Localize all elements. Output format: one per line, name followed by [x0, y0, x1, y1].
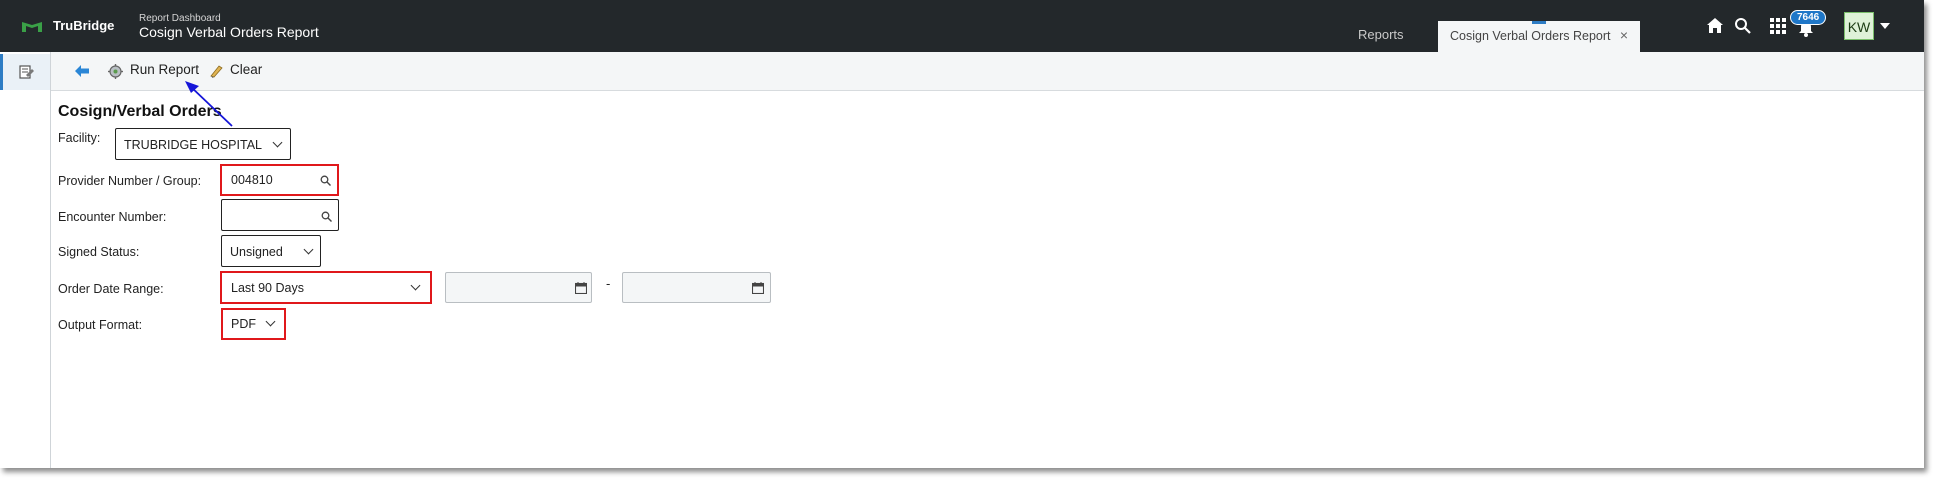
signed-status-value: Unsigned [230, 245, 283, 259]
provider-number-value: 004810 [231, 173, 273, 187]
clear-eraser-icon [210, 65, 223, 78]
start-calendar-icon[interactable] [575, 282, 587, 294]
brand-name: TruBridge [53, 18, 115, 33]
run-report-button[interactable]: Run Report [130, 62, 199, 77]
signed-status-label: Signed Status: [58, 245, 140, 259]
signed-status-select[interactable]: Unsigned [221, 235, 321, 267]
chevron-down-icon [410, 280, 421, 291]
output-format-label: Output Format: [58, 318, 143, 332]
top-bar: TruBridge Report Dashboard Cosign Verbal… [0, 0, 1924, 52]
tab-label: Cosign Verbal Orders Report [1450, 29, 1611, 43]
provider-search-icon[interactable] [320, 175, 331, 186]
order-date-range-label: Order Date Range: [58, 282, 164, 296]
breadcrumb-parent[interactable]: Report Dashboard [139, 13, 221, 24]
chevron-down-icon [303, 244, 314, 255]
report-edit-icon [19, 65, 34, 79]
encounter-number-label: Encounter Number: [58, 210, 167, 224]
annotation-arrow-icon [185, 81, 233, 127]
output-format-select[interactable]: PDF [225, 312, 282, 336]
close-tab-icon[interactable]: × [1620, 27, 1628, 43]
order-date-range-select[interactable]: Last 90 Days [224, 275, 428, 300]
left-sidebar [0, 52, 51, 468]
tab-cosign-verbal-orders-report[interactable]: Cosign Verbal Orders Report × [1438, 21, 1640, 52]
chevron-down-icon [265, 316, 276, 327]
start-date-input[interactable] [445, 272, 592, 303]
output-format-value: PDF [231, 317, 256, 331]
run-report-gear-icon [108, 64, 123, 79]
chevron-down-icon [272, 137, 283, 148]
user-avatar[interactable]: KW [1844, 12, 1874, 40]
provider-number-input[interactable]: 004810 [224, 168, 335, 192]
date-separator: - [606, 276, 611, 291]
facility-select[interactable]: TRUBRIDGE HOSPITAL [115, 128, 291, 160]
facility-value: TRUBRIDGE HOSPITAL [124, 138, 262, 152]
encounter-number-input[interactable] [221, 199, 339, 231]
app-window: TruBridge Report Dashboard Cosign Verbal… [0, 0, 1924, 468]
trubridge-logo-icon [22, 22, 42, 32]
search-icon[interactable] [1734, 17, 1751, 34]
report-toolbar: Run Report Clear [51, 52, 1924, 91]
end-calendar-icon[interactable] [752, 282, 764, 294]
sidebar-item-reports[interactable] [0, 54, 50, 90]
page-heading: Cosign Verbal Orders Report [139, 24, 319, 40]
user-menu-chevron-down-icon[interactable] [1880, 23, 1890, 29]
notification-badge[interactable]: 7646 [1790, 10, 1827, 25]
encounter-search-icon[interactable] [321, 211, 332, 222]
order-date-range-value: Last 90 Days [231, 281, 304, 295]
back-arrow-icon[interactable] [75, 65, 89, 77]
tab-reports[interactable]: Reports [1358, 27, 1404, 42]
end-date-input[interactable] [622, 272, 771, 303]
clear-button[interactable]: Clear [230, 62, 262, 77]
active-tab-indicator [1532, 21, 1546, 24]
apps-grid-icon[interactable] [1770, 18, 1786, 34]
facility-label: Facility: [58, 131, 101, 145]
home-icon[interactable] [1706, 17, 1724, 34]
provider-number-label: Provider Number / Group: [58, 174, 202, 188]
